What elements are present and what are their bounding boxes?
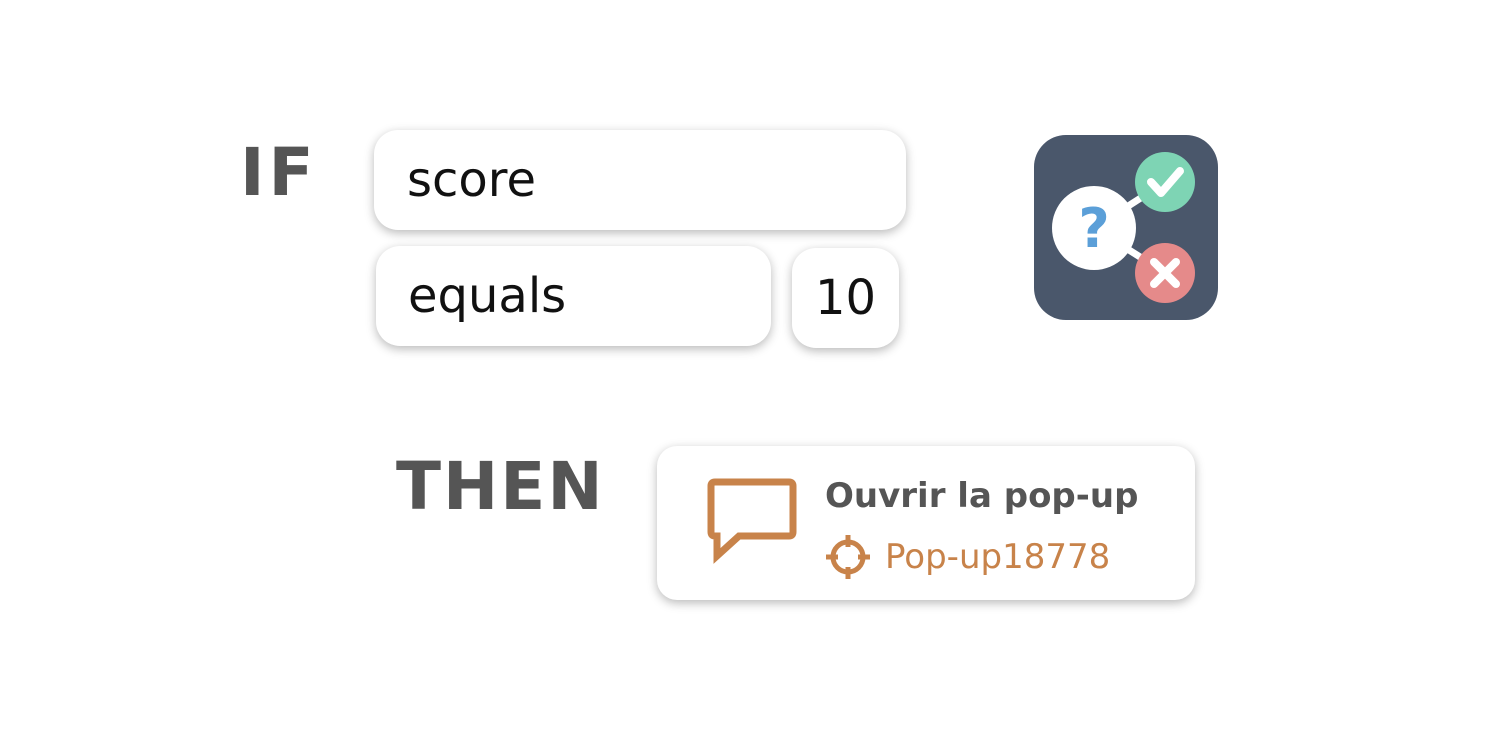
action-card[interactable]: Ouvrir la pop-up Pop-up18778: [657, 446, 1195, 600]
speech-bubble-icon: [707, 478, 797, 570]
operator-field[interactable]: equals: [376, 246, 771, 346]
condition-branch-icon: ?: [1034, 135, 1218, 320]
action-title: Ouvrir la pop-up: [825, 476, 1139, 516]
variable-value: score: [407, 152, 536, 208]
svg-text:?: ?: [1078, 197, 1109, 260]
value-field[interactable]: 10: [792, 248, 899, 348]
crosshair-icon: [825, 534, 871, 580]
if-keyword: IF: [240, 134, 318, 211]
then-keyword: THEN: [396, 448, 605, 525]
target-name: Pop-up18778: [885, 537, 1111, 577]
operator-value: equals: [408, 268, 567, 324]
comparison-value: 10: [814, 270, 877, 326]
action-target[interactable]: Pop-up18778: [825, 534, 1110, 580]
variable-field[interactable]: score: [374, 130, 906, 230]
